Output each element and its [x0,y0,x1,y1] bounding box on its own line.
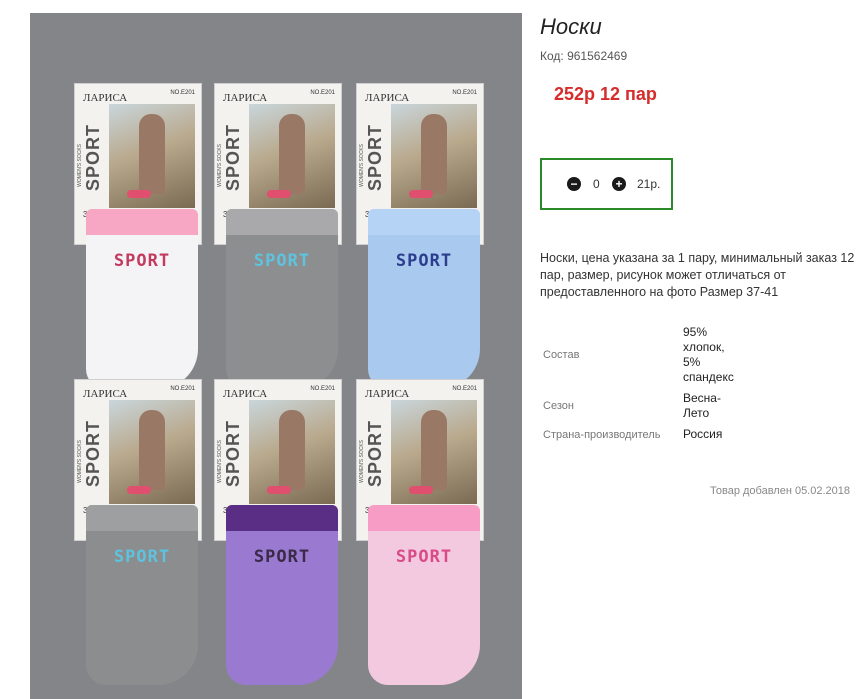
card-sub-label: WOMEN'S SOCKS [359,440,365,483]
runner-picture [249,104,335,208]
runner-picture [391,104,477,208]
sock-body: SPORT [368,209,480,389]
property-row: Страна-производитель Россия [540,424,746,445]
runner-figure [279,114,305,194]
sock-body: SPORT [368,505,480,685]
sock-body: SPORT [226,209,338,389]
property-row: Состав 95% хлопок, 5% спандекс [540,322,746,388]
sock-cuff [86,505,198,531]
runner-figure [279,410,305,490]
brand-label: ЛАРИСА [365,388,410,400]
sock-cuff [368,209,480,235]
sock-word: SPORT [253,251,311,271]
product-title: Носки [540,14,602,39]
sneaker-icon [409,486,433,494]
unit-price: 21р. [637,177,661,191]
card-sport-label: SPORT [83,124,103,192]
sock-body: SPORT [86,505,198,685]
product-properties: Состав 95% хлопок, 5% спандекс Сезон Вес… [540,322,746,445]
model-label: NO.E201 [170,386,195,392]
card-sub-label: WOMEN'S SOCKS [77,144,83,187]
sock-word: SPORT [253,547,311,567]
card-sub-label: WOMEN'S SOCKS [217,144,223,187]
sock-word: SPORT [395,547,453,567]
property-key: Страна-производитель [543,428,661,441]
sock-package: ЛАРИСАNO.E201SPORTWOMEN'S SOCKS37-41SPOR… [68,83,208,403]
card-sub-label: WOMEN'S SOCKS [77,440,83,483]
quantity-value[interactable]: 0 [593,177,600,191]
sneaker-icon [267,190,291,198]
sock-package: ЛАРИСАNO.E201SPORTWOMEN'S SOCKS37-41SPOR… [208,379,348,699]
minus-circle-icon[interactable]: − [567,177,581,191]
sock-package: ЛАРИСАNO.E201SPORTWOMEN'S SOCKS37-41SPOR… [350,379,490,699]
property-row: Сезон Весна-Лето [540,388,746,424]
card-sport-label: SPORT [83,420,103,488]
card-sport-label: SPORT [223,420,243,488]
product-code: Код: 961562469 [540,49,628,63]
runner-figure [139,114,165,194]
sneaker-icon [409,190,433,198]
brand-label: ЛАРИСА [223,388,268,400]
property-key: Состав [543,349,580,361]
model-label: NO.E201 [310,386,335,392]
quantity-stepper: − 0 + 21р. [540,158,673,210]
sneaker-icon [127,190,151,198]
sneaker-icon [127,486,151,494]
card-sport-label: SPORT [223,124,243,192]
runner-picture [109,400,195,504]
sock-body: SPORT [226,505,338,685]
added-date: Товар добавлен 05.02.2018 [710,485,851,497]
model-label: NO.E201 [452,90,477,96]
model-label: NO.E201 [452,386,477,392]
sock-cuff [226,505,338,531]
sock-cuff [368,505,480,531]
property-value: Весна-Лето [683,391,721,420]
product-price: 252р 12 пар [554,84,657,104]
sock-cuff [86,209,198,235]
sock-body: SPORT [86,209,198,389]
sock-package: ЛАРИСАNO.E201SPORTWOMEN'S SOCKS37-41SPOR… [68,379,208,699]
product-photo[interactable]: ЛАРИСАNO.E201SPORTWOMEN'S SOCKS37-41SPOR… [30,13,522,699]
brand-label: ЛАРИСА [223,92,268,104]
runner-figure [139,410,165,490]
sock-word: SPORT [113,251,171,271]
property-value: Россия [683,427,723,441]
sock-package: ЛАРИСАNO.E201SPORTWOMEN'S SOCKS37-41SPOR… [350,83,490,403]
sock-word: SPORT [395,251,453,271]
model-label: NO.E201 [310,90,335,96]
card-sport-label: SPORT [365,124,385,192]
brand-label: ЛАРИСА [83,92,128,104]
brand-label: ЛАРИСА [365,92,410,104]
card-sub-label: WOMEN'S SOCKS [359,144,365,187]
sock-cuff [226,209,338,235]
runner-picture [391,400,477,504]
sock-package: ЛАРИСАNO.E201SPORTWOMEN'S SOCKS37-41SPOR… [208,83,348,403]
runner-figure [421,410,447,490]
sock-word: SPORT [113,547,171,567]
sneaker-icon [267,486,291,494]
property-key: Сезон [543,400,574,412]
product-description: Носки, цена указана за 1 пару, минимальн… [540,251,855,299]
property-value: 95% хлопок, 5% спандекс [683,325,734,384]
card-sport-label: SPORT [365,420,385,488]
runner-picture [109,104,195,208]
model-label: NO.E201 [170,90,195,96]
brand-label: ЛАРИСА [83,388,128,400]
runner-picture [249,400,335,504]
card-sub-label: WOMEN'S SOCKS [217,440,223,483]
runner-figure [421,114,447,194]
plus-circle-icon[interactable]: + [612,177,626,191]
